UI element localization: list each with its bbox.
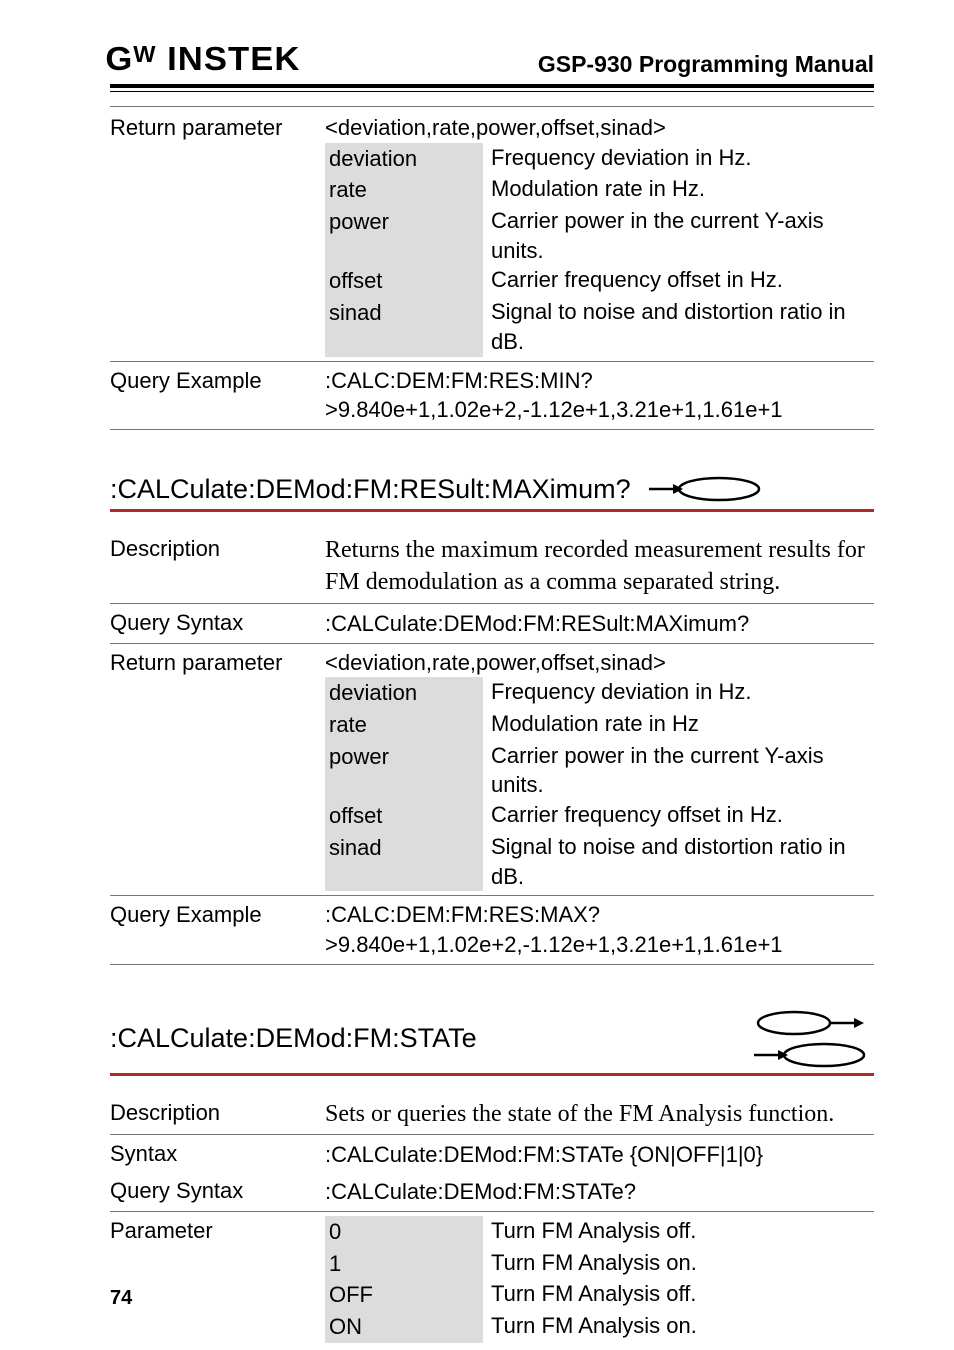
kv-key: offset bbox=[325, 800, 483, 832]
query-example-line: >9.840e+1,1.02e+2,-1.12e+1,3.21e+1,1.61e… bbox=[325, 930, 874, 960]
kv-desc: Signal to noise and distortion ratio in … bbox=[491, 297, 874, 356]
kv-desc: Modulation rate in Hz. bbox=[491, 174, 874, 206]
kv-key: deviation bbox=[325, 677, 483, 709]
return-parameter-head: <deviation,rate,power,offset,sinad> bbox=[325, 648, 874, 678]
kv-row: powerCarrier power in the current Y-axis… bbox=[325, 741, 874, 800]
kv-row: offsetCarrier frequency offset in Hz. bbox=[325, 265, 874, 297]
kv-row: deviationFrequency deviation in Hz. bbox=[325, 143, 874, 175]
return-parameter-label: Return parameter bbox=[110, 113, 325, 141]
vendor-logo: Gᵂ INSTEK bbox=[105, 40, 300, 78]
scpi-heading: :CALCulate:DEMod:FM:RESult:MAXimum? bbox=[110, 474, 874, 505]
scpi-command-title: :CALCulate:DEMod:FM:RESult:MAXimum? bbox=[110, 474, 631, 505]
kv-list: deviationFrequency deviation in Hz. rate… bbox=[325, 677, 874, 891]
kv-row: deviationFrequency deviation in Hz. bbox=[325, 677, 874, 709]
syntax-text: :CALCulate:DEMod:FM:STATe {ON|OFF|1|0} bbox=[325, 1142, 763, 1167]
kv-desc: Signal to noise and distortion ratio in … bbox=[491, 832, 874, 891]
kv-key: 1 bbox=[325, 1248, 483, 1280]
kv-key: 0 bbox=[325, 1216, 483, 1248]
description-label: Description bbox=[110, 1098, 325, 1126]
kv-row: rateModulation rate in Hz bbox=[325, 709, 874, 741]
query-example-label: Query Example bbox=[110, 366, 325, 394]
description-text: Sets or queries the state of the FM Anal… bbox=[325, 1101, 834, 1127]
description-label: Description bbox=[110, 534, 325, 562]
kv-row: ONTurn FM Analysis on. bbox=[325, 1311, 874, 1343]
kv-desc: Frequency deviation in Hz. bbox=[491, 143, 874, 175]
header-rule-thick bbox=[110, 84, 874, 88]
query-example-line: :CALC:DEM:FM:RES:MIN? bbox=[325, 366, 874, 396]
scpi-heading: :CALCulate:DEMod:FM:STATe bbox=[110, 1009, 874, 1069]
kv-key: offset bbox=[325, 265, 483, 297]
kv-row: sinadSignal to noise and distortion rati… bbox=[325, 297, 874, 356]
manual-title: GSP-930 Programming Manual bbox=[538, 51, 874, 78]
description-block: Description Sets or queries the state of… bbox=[110, 1098, 874, 1343]
kv-desc: Modulation rate in Hz bbox=[491, 709, 874, 741]
kv-desc: Frequency deviation in Hz. bbox=[491, 677, 874, 709]
kv-row: sinadSignal to noise and distortion rati… bbox=[325, 832, 874, 891]
syntax-label: Syntax bbox=[110, 1139, 325, 1167]
kv-desc: Carrier power in the current Y-axis unit… bbox=[491, 741, 874, 800]
parameter-label: Parameter bbox=[110, 1216, 325, 1244]
section-rule bbox=[110, 1073, 874, 1076]
scpi-command-title: :CALCulate:DEMod:FM:STATe bbox=[110, 1023, 477, 1054]
header-rule-thin bbox=[110, 91, 874, 92]
kv-desc: Carrier frequency offset in Hz. bbox=[491, 800, 874, 832]
query-syntax-text: :CALCulate:DEMod:FM:RESult:MAXimum? bbox=[325, 611, 749, 636]
kv-desc: Carrier frequency offset in Hz. bbox=[491, 265, 874, 297]
kv-row: powerCarrier power in the current Y-axis… bbox=[325, 206, 874, 265]
query-example-label: Query Example bbox=[110, 900, 325, 928]
page-header: Gᵂ INSTEK GSP-930 Programming Manual bbox=[110, 40, 874, 78]
section-rule bbox=[110, 509, 874, 512]
query-example-line: :CALC:DEM:FM:RES:MAX? bbox=[325, 900, 874, 930]
kv-key: sinad bbox=[325, 832, 483, 891]
kv-row: 1Turn FM Analysis on. bbox=[325, 1248, 874, 1280]
query-syntax-label: Query Syntax bbox=[110, 1176, 325, 1204]
kv-key: power bbox=[325, 741, 483, 800]
kv-list: 0Turn FM Analysis off. 1Turn FM Analysis… bbox=[325, 1216, 874, 1343]
description-text: Returns the maximum recorded measurement… bbox=[325, 537, 865, 595]
kv-key: ON bbox=[325, 1311, 483, 1343]
return-parameter-label: Return parameter bbox=[110, 648, 325, 676]
kv-row: 0Turn FM Analysis off. bbox=[325, 1216, 874, 1248]
kv-key: rate bbox=[325, 709, 483, 741]
kv-desc: Turn FM Analysis off. bbox=[491, 1216, 874, 1248]
kv-key: deviation bbox=[325, 143, 483, 175]
kv-row: OFFTurn FM Analysis off. bbox=[325, 1279, 874, 1311]
query-example-line: >9.840e+1,1.02e+2,-1.12e+1,3.21e+1,1.61e… bbox=[325, 395, 874, 425]
query-syntax-text: :CALCulate:DEMod:FM:STATe? bbox=[325, 1179, 636, 1204]
kv-key: OFF bbox=[325, 1279, 483, 1311]
return-parameter-block: Return parameter <deviation,rate,power,o… bbox=[110, 106, 874, 430]
kv-key: rate bbox=[325, 174, 483, 206]
kv-row: offsetCarrier frequency offset in Hz. bbox=[325, 800, 874, 832]
set-query-glyph-icon bbox=[754, 1009, 874, 1069]
kv-desc: Turn FM Analysis on. bbox=[491, 1248, 874, 1280]
query-glyph-icon bbox=[649, 475, 769, 503]
kv-desc: Carrier power in the current Y-axis unit… bbox=[491, 206, 874, 265]
kv-desc: Turn FM Analysis off. bbox=[491, 1279, 874, 1311]
return-parameter-head: <deviation,rate,power,offset,sinad> bbox=[325, 113, 874, 143]
kv-row: rateModulation rate in Hz. bbox=[325, 174, 874, 206]
query-syntax-label: Query Syntax bbox=[110, 608, 325, 636]
description-block: Description Returns the maximum recorded… bbox=[110, 534, 874, 965]
kv-desc: Turn FM Analysis on. bbox=[491, 1311, 874, 1343]
kv-list: deviationFrequency deviation in Hz. rate… bbox=[325, 143, 874, 357]
kv-key: sinad bbox=[325, 297, 483, 356]
kv-key: power bbox=[325, 206, 483, 265]
page-number: 74 bbox=[110, 1287, 132, 1310]
